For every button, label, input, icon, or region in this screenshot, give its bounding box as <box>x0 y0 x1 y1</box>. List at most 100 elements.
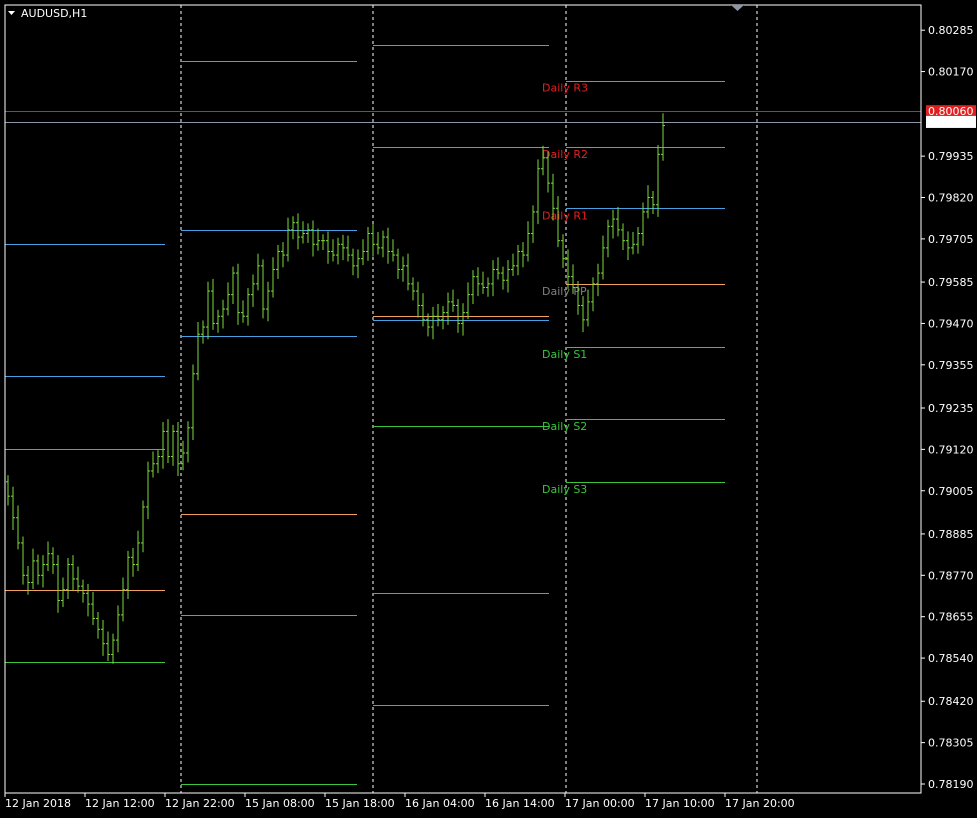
plot-frame <box>4 4 922 794</box>
ohlc-bar <box>151 451 155 478</box>
time-label: 16 Jan 04:00 <box>405 797 475 810</box>
ohlc-bar <box>536 159 540 225</box>
chart-area[interactable]: Daily R3 Daily R2 Daily R1 Daily PP Daily S1… <box>0 0 977 818</box>
ohlc-bar <box>206 281 210 340</box>
ohlc-bar <box>91 591 95 625</box>
chart-frame <box>4 4 922 794</box>
pivot-label-s3: Daily S3 <box>542 483 587 496</box>
ohlc-bar <box>346 235 350 262</box>
ohlc-bar <box>566 249 570 289</box>
symbol-label[interactable]: AUDUSD,H1 <box>21 7 87 20</box>
ohlc-bar <box>121 577 125 622</box>
price-label: 0.78190 <box>928 778 974 791</box>
ohlc-bar <box>146 461 150 520</box>
pivot-levels <box>5 45 725 785</box>
ohlc-bar <box>626 231 630 261</box>
symbol-header[interactable]: AUDUSD,H1 <box>8 7 87 20</box>
ohlc-bar <box>341 234 345 261</box>
scroll-marker-icon[interactable] <box>731 5 744 11</box>
ohlc-bar <box>156 450 160 474</box>
ohlc-bar <box>326 231 330 264</box>
ohlc-bar <box>376 232 380 255</box>
ohlc-bar <box>131 547 135 577</box>
ohlc-bar <box>51 547 55 574</box>
ohlc-bar <box>561 234 565 269</box>
time-label: 12 Jan 12:00 <box>85 797 155 810</box>
time-label: 17 Jan 00:00 <box>565 797 635 810</box>
ohlc-bar <box>16 505 20 550</box>
ohlc-bar <box>506 260 510 293</box>
ohlc-bar <box>531 205 535 243</box>
ask-price-tag: 0.80030 <box>926 115 976 129</box>
ohlc-bar <box>476 267 480 297</box>
ohlc-bar <box>301 221 305 244</box>
session-separators <box>180 5 758 793</box>
ohlc-bar <box>466 282 470 320</box>
ohlc-bar <box>481 271 485 294</box>
ohlc-bar <box>616 206 620 237</box>
ohlc-bar <box>76 566 80 593</box>
chevron-down-icon[interactable] <box>8 11 15 15</box>
time-label: 17 Jan 10:00 <box>645 797 715 810</box>
price-label: 0.80285 <box>928 24 974 37</box>
ohlc-bar <box>486 277 490 297</box>
ohlc-bar <box>636 227 640 254</box>
ohlc-bar <box>391 239 395 262</box>
time-label: 15 Jan 08:00 <box>245 797 315 810</box>
ohlc-bar <box>421 293 425 327</box>
ohlc-bar <box>101 619 105 656</box>
price-label: 0.78420 <box>928 695 974 708</box>
ohlc-bar <box>106 631 110 661</box>
ohlc-bar <box>196 321 200 381</box>
ohlc-bar <box>71 555 75 592</box>
ohlc-bar <box>181 440 185 471</box>
ohlc-bar <box>631 232 635 255</box>
time-axis: 12 Jan 2018 12 Jan 12:00 12 Jan 22:00 15 Ja… <box>4 793 795 810</box>
price-label: 0.78305 <box>928 737 974 750</box>
ohlc-bar <box>371 224 375 257</box>
price-label: 0.79120 <box>928 443 974 456</box>
ohlc-bar <box>141 500 145 553</box>
ohlc-bar <box>336 237 340 265</box>
price-label: 0.78885 <box>928 528 974 541</box>
ohlc-bar <box>306 223 310 243</box>
ohlc-bar <box>351 248 355 276</box>
ohlc-bar <box>61 577 65 607</box>
time-label: 12 Jan 2018 <box>5 797 71 810</box>
price-label: 0.79470 <box>928 317 974 330</box>
ohlc-bar <box>111 633 115 664</box>
ohlc-bar <box>511 253 515 276</box>
ohlc-bar <box>126 550 130 600</box>
pivot-label-s2: Daily S2 <box>542 420 587 433</box>
ohlc-bar <box>501 266 505 290</box>
ohlc-bar <box>366 227 370 261</box>
ohlc-bar <box>226 282 230 316</box>
ohlc-bar <box>411 277 415 301</box>
ohlc-bar <box>286 217 290 262</box>
ohlc-bar <box>291 216 295 240</box>
time-label: 17 Jan 20:00 <box>725 797 795 810</box>
ohlc-bar <box>81 579 85 603</box>
ohlc-bar <box>431 306 435 340</box>
pivot-label-r1: Daily R1 <box>542 209 588 222</box>
ohlc-bar <box>581 296 585 333</box>
ohlc-bar <box>161 422 165 469</box>
time-label: 12 Jan 22:00 <box>165 797 235 810</box>
ohlc-bar <box>296 213 300 250</box>
ohlc-bar <box>471 270 475 305</box>
ohlc-bar <box>311 220 315 257</box>
time-label: 16 Jan 14:00 <box>485 797 555 810</box>
ohlc-bar <box>441 306 445 330</box>
ohlc-bar <box>356 249 360 279</box>
ohlc-bar <box>641 202 645 246</box>
ohlc-bar <box>456 298 460 333</box>
ohlc-bar <box>241 300 245 323</box>
price-label: 0.79820 <box>928 192 974 205</box>
ohlc-bar <box>596 263 600 297</box>
price-label: 0.78655 <box>928 611 974 624</box>
pivot-label-r2: Daily R2 <box>542 148 588 161</box>
ohlc-bar <box>246 288 250 326</box>
ohlc-bar <box>406 253 410 291</box>
ohlc-bar <box>251 274 255 307</box>
pivot-label-s1: Daily S1 <box>542 348 587 361</box>
